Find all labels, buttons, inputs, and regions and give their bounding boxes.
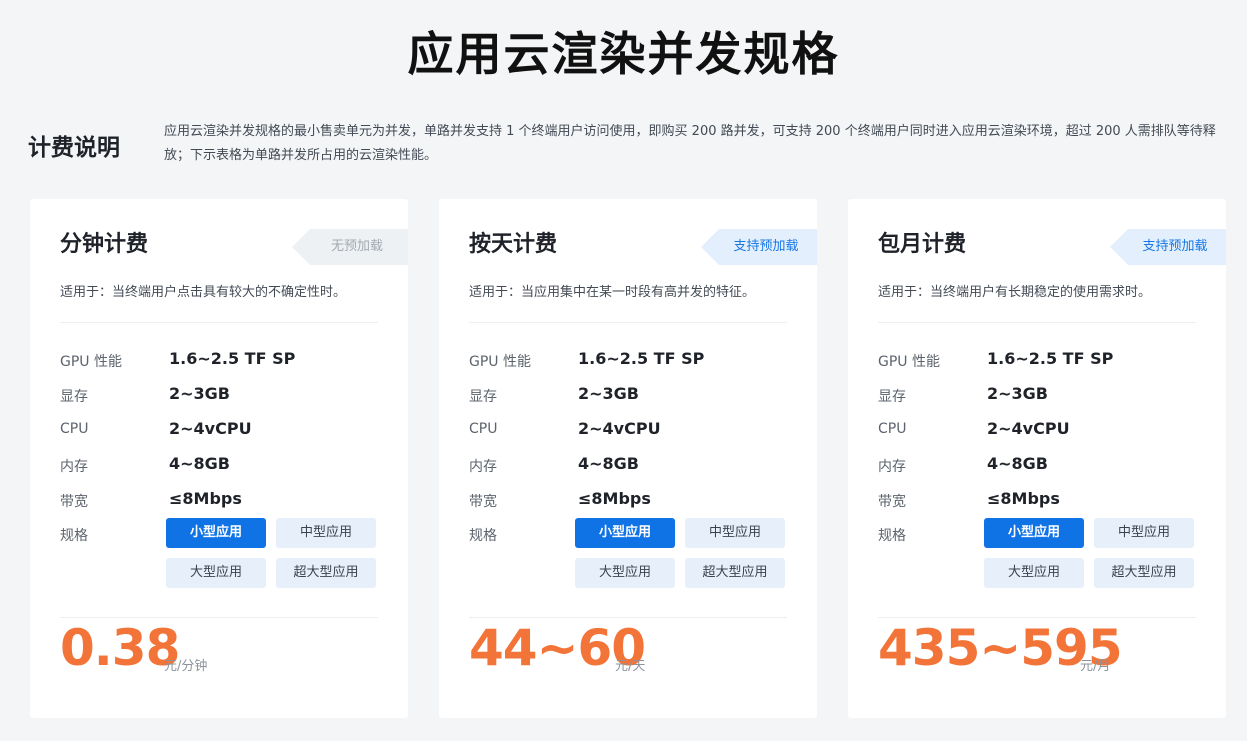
size-xlarge-button[interactable]: 超大型应用 xyxy=(276,558,376,588)
spec-row-memory: 显存 2~3GB xyxy=(469,378,787,413)
spec-row-bandwidth: 带宽 ≤8Mbps xyxy=(60,483,378,518)
spec-key: 带宽 xyxy=(878,494,906,510)
size-label: 规格 xyxy=(878,528,906,544)
divider xyxy=(469,617,787,618)
spec-value: 2~4vCPU xyxy=(578,419,661,438)
spec-value: ≤8Mbps xyxy=(987,489,1060,508)
spec-row-bandwidth: 带宽 ≤8Mbps xyxy=(469,483,787,518)
spec-value: 4~8GB xyxy=(169,454,230,473)
size-large-button[interactable]: 大型应用 xyxy=(984,558,1084,588)
spec-value: 1.6~2.5 TF SP xyxy=(169,349,296,368)
spec-row-gpu: GPU 性能 1.6~2.5 TF SP xyxy=(878,343,1196,378)
spec-key: 显存 xyxy=(469,389,497,405)
spec-row-gpu: GPU 性能 1.6~2.5 TF SP xyxy=(60,343,378,378)
spec-key: 显存 xyxy=(60,389,88,405)
spec-list: GPU 性能 1.6~2.5 TF SP 显存 2~3GB CPU 2~4vCP… xyxy=(60,343,378,518)
spec-key: GPU 性能 xyxy=(60,354,122,370)
spec-value: 1.6~2.5 TF SP xyxy=(987,349,1114,368)
size-label: 规格 xyxy=(469,528,497,544)
spec-value: 2~4vCPU xyxy=(169,419,252,438)
spec-row-ram: 内存 4~8GB xyxy=(60,448,378,483)
card-usage: 适用于：当终端用户点击具有较大的不确定性时。 xyxy=(60,285,347,300)
spec-row-gpu: GPU 性能 1.6~2.5 TF SP xyxy=(469,343,787,378)
spec-row-bandwidth: 带宽 ≤8Mbps xyxy=(878,483,1196,518)
spec-value: 4~8GB xyxy=(987,454,1048,473)
size-small-button[interactable]: 小型应用 xyxy=(575,518,675,548)
pricing-card-month: 包月计费 支持预加载 适用于：当终端用户有长期稳定的使用需求时。 GPU 性能 … xyxy=(848,199,1226,718)
divider xyxy=(60,617,378,618)
card-title: 按天计费 xyxy=(469,232,558,257)
spec-key: 内存 xyxy=(469,459,497,475)
spec-key: 内存 xyxy=(60,459,88,475)
preload-tag: 支持预加载 xyxy=(1110,229,1226,265)
card-title: 包月计费 xyxy=(878,232,967,257)
spec-row-memory: 显存 2~3GB xyxy=(60,378,378,413)
spec-key: GPU 性能 xyxy=(878,354,940,370)
spec-key: GPU 性能 xyxy=(469,354,531,370)
divider xyxy=(469,322,787,323)
spec-list: GPU 性能 1.6~2.5 TF SP 显存 2~3GB CPU 2~4vCP… xyxy=(878,343,1196,518)
spec-value: 2~3GB xyxy=(578,384,639,403)
spec-value: 1.6~2.5 TF SP xyxy=(578,349,705,368)
size-xlarge-button[interactable]: 超大型应用 xyxy=(1094,558,1194,588)
page-title: 应用云渲染并发规格 xyxy=(407,27,840,81)
spec-value: 4~8GB xyxy=(578,454,639,473)
card-usage: 适用于：当应用集中在某一时段有高并发的特征。 xyxy=(469,285,756,300)
spec-value: 2~3GB xyxy=(169,384,230,403)
spec-value: ≤8Mbps xyxy=(169,489,242,508)
pricing-card-day: 按天计费 支持预加载 适用于：当应用集中在某一时段有高并发的特征。 GPU 性能… xyxy=(439,199,817,718)
card-usage: 适用于：当终端用户有长期稳定的使用需求时。 xyxy=(878,285,1152,300)
size-large-button[interactable]: 大型应用 xyxy=(575,558,675,588)
spec-key: 带宽 xyxy=(469,494,497,510)
divider xyxy=(878,322,1196,323)
card-title: 分钟计费 xyxy=(60,232,149,257)
spec-key: 带宽 xyxy=(60,494,88,510)
price-unit: 元/月 xyxy=(1080,659,1111,674)
preload-tag: 支持预加载 xyxy=(701,229,817,265)
spec-row-ram: 内存 4~8GB xyxy=(469,448,787,483)
billing-note: 计费说明 应用云渲染并发规格的最小售卖单元为并发，单路并发支持 1 个终端用户访… xyxy=(28,118,1233,174)
size-medium-button[interactable]: 中型应用 xyxy=(685,518,785,548)
spec-row-cpu: CPU 2~4vCPU xyxy=(878,413,1196,448)
spec-value: 2~4vCPU xyxy=(987,419,1070,438)
price-value: 0.38 xyxy=(60,619,180,677)
spec-key: CPU xyxy=(469,421,498,437)
size-medium-button[interactable]: 中型应用 xyxy=(276,518,376,548)
spec-row-ram: 内存 4~8GB xyxy=(878,448,1196,483)
spec-key: CPU xyxy=(878,421,907,437)
spec-key: CPU xyxy=(60,421,89,437)
size-medium-button[interactable]: 中型应用 xyxy=(1094,518,1194,548)
spec-value: ≤8Mbps xyxy=(578,489,651,508)
preload-tag: 无预加载 xyxy=(292,229,408,265)
spec-key: 显存 xyxy=(878,389,906,405)
pricing-card-minute: 分钟计费 无预加载 适用于：当终端用户点击具有较大的不确定性时。 GPU 性能 … xyxy=(30,199,408,718)
size-label: 规格 xyxy=(60,528,88,544)
spec-value: 2~3GB xyxy=(987,384,1048,403)
divider xyxy=(878,617,1196,618)
size-large-button[interactable]: 大型应用 xyxy=(166,558,266,588)
spec-row-cpu: CPU 2~4vCPU xyxy=(469,413,787,448)
size-small-button[interactable]: 小型应用 xyxy=(984,518,1084,548)
billing-note-label: 计费说明 xyxy=(28,135,120,161)
price-unit: 元/天 xyxy=(615,659,646,674)
spec-list: GPU 性能 1.6~2.5 TF SP 显存 2~3GB CPU 2~4vCP… xyxy=(469,343,787,518)
spec-row-cpu: CPU 2~4vCPU xyxy=(60,413,378,448)
spec-row-memory: 显存 2~3GB xyxy=(878,378,1196,413)
billing-note-description: 应用云渲染并发规格的最小售卖单元为并发，单路并发支持 1 个终端用户访问使用，即… xyxy=(164,124,1216,163)
spec-key: 内存 xyxy=(878,459,906,475)
size-xlarge-button[interactable]: 超大型应用 xyxy=(685,558,785,588)
divider xyxy=(60,322,378,323)
size-small-button[interactable]: 小型应用 xyxy=(166,518,266,548)
price-unit: 元/分钟 xyxy=(164,659,208,674)
